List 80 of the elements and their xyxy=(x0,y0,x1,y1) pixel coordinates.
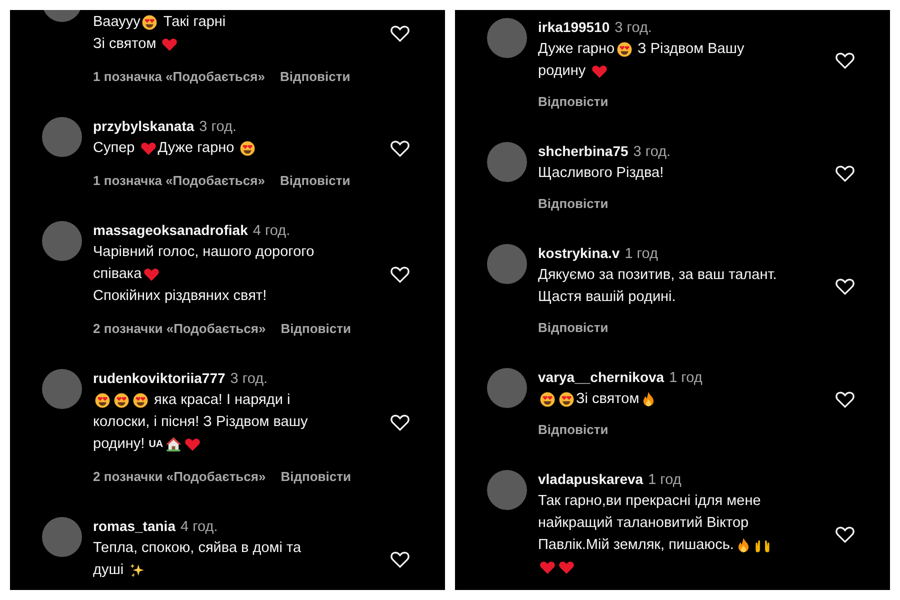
reply-link[interactable]: Відповісти xyxy=(280,318,351,340)
reply-link[interactable]: Відповісти xyxy=(280,170,350,192)
comment-text: Дуже гарно xyxy=(158,140,236,156)
likes-count[interactable]: 2 позначки «Подобається» xyxy=(93,466,266,488)
comment-text: Дуже гарно xyxy=(538,41,615,57)
username[interactable]: irka199510 xyxy=(538,16,610,38)
comment-text: Так гарно,ви прекрасні ідля мене xyxy=(538,493,761,509)
comment-text: Дякуємо за позитив, за ваш талант. xyxy=(538,267,777,283)
avatar-photo[interactable] xyxy=(487,142,527,182)
comment-text: родину xyxy=(538,63,587,79)
username[interactable]: vladapuskareva xyxy=(538,468,644,490)
house-icon xyxy=(165,436,182,452)
username[interactable]: massageoksanadrofiak xyxy=(93,219,248,241)
username[interactable]: kostrykina.v xyxy=(538,242,620,264)
heart-eyes-smiley-icon xyxy=(113,392,130,408)
comment-time: 3 год. xyxy=(633,143,671,162)
likes-count[interactable]: 1 позначка «Подобається» xyxy=(93,66,265,88)
heart-icon xyxy=(142,266,160,282)
comment-time: 3 год. xyxy=(230,370,268,389)
avatar-photo[interactable] xyxy=(487,18,527,58)
username[interactable]: rudenkoviktoriia777 xyxy=(93,367,226,389)
heart-eyes-smiley-icon xyxy=(141,14,158,30)
comment-time: 1 год xyxy=(648,471,682,490)
avatar-photo[interactable] xyxy=(42,517,82,557)
comment-text: Зі святом xyxy=(93,36,158,52)
likes-count[interactable]: 2 позначки «Подобається» xyxy=(93,318,266,340)
heart-eyes-smiley-icon xyxy=(616,40,633,58)
comment-text: співака xyxy=(93,266,142,282)
heart-icon xyxy=(590,62,608,80)
avatar-photo[interactable] xyxy=(42,117,82,157)
comment-text: Тепла, спокою, сяйва в домі та xyxy=(93,540,302,556)
username[interactable]: varya__chernikova xyxy=(538,366,664,388)
comment-text: Супер xyxy=(93,140,136,156)
heart-eyes-smiley-icon xyxy=(539,390,556,408)
comment-text: Щастя вашій родині. xyxy=(538,289,676,305)
heart-icon xyxy=(539,558,556,576)
comment-time: 1 год xyxy=(669,369,702,388)
reply-link[interactable]: Відповісти xyxy=(280,466,351,488)
reply-link[interactable]: Відповісти xyxy=(538,317,608,339)
comment-text: Спокійних різдвяних свят! xyxy=(93,288,267,304)
comment-text: Чарівний голос, нашого дорогого xyxy=(93,244,314,260)
reply-link[interactable]: Відповісти xyxy=(538,91,608,113)
comment-text: Зі святом xyxy=(576,391,640,407)
comment-time: 3 год. xyxy=(199,118,236,137)
comment-text: Щасливого Різдва! xyxy=(538,165,664,181)
comment-time: 4 год. xyxy=(180,518,218,537)
reply-link[interactable]: Відповісти xyxy=(538,193,608,215)
flag-code: UA xyxy=(148,438,164,450)
comment-text: душі xyxy=(93,562,125,578)
reply-link[interactable]: Відповісти xyxy=(538,419,608,441)
avatar-photo[interactable] xyxy=(487,470,527,510)
heart-eyes-smiley-icon xyxy=(558,390,575,408)
avatar-photo[interactable] xyxy=(42,369,82,409)
comment-time: 4 год. xyxy=(252,222,290,241)
heart-eyes-smiley-icon xyxy=(239,140,256,156)
heart-eyes-smiley-icon xyxy=(132,392,149,408)
heart-eyes-smiley-icon xyxy=(94,392,111,408)
comment-time: 1 год xyxy=(624,245,658,264)
heart-icon xyxy=(558,558,575,576)
likes-count[interactable]: 1 позначка «Подобається» xyxy=(93,170,265,192)
reply-link[interactable]: Відповісти xyxy=(280,66,350,88)
heart-icon xyxy=(161,36,178,52)
heart-icon xyxy=(140,140,157,156)
comment-time: 3 год. xyxy=(614,19,652,38)
comment-text: З Різдвом Вашу xyxy=(636,41,744,57)
username[interactable]: przybylskanata xyxy=(93,115,194,137)
avatar-photo[interactable] xyxy=(487,368,527,408)
comment-text: Павлік.Мій земляк, пишаюсь. xyxy=(538,537,734,553)
comment-text: Такі гарні xyxy=(162,14,226,30)
comment-text: родину! xyxy=(93,436,146,452)
comment-text: Вааууу xyxy=(93,14,140,30)
avatar-photo[interactable] xyxy=(487,244,527,284)
sparkles-icon xyxy=(128,562,146,578)
heart-icon xyxy=(184,436,202,452)
comment-text: колоски, і пісня! З Різдвом вашу xyxy=(93,414,308,430)
username[interactable]: romas_tania xyxy=(93,515,176,537)
username[interactable]: shcherbina75 xyxy=(538,140,628,162)
avatar-photo[interactable] xyxy=(42,221,82,261)
comment-text: яка краса! І наряди і xyxy=(153,392,290,408)
comment-text: найкращий талановитий Віктор xyxy=(538,515,749,531)
